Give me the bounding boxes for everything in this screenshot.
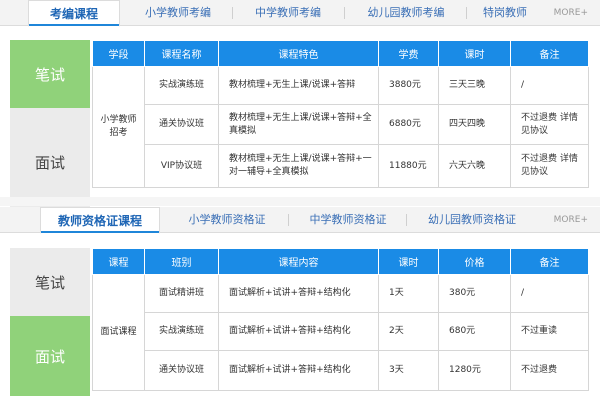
table-header-row: 课程 班别 课程内容 课时 价格 备注 xyxy=(92,248,589,275)
hours-cell: 四天四晚 xyxy=(438,104,511,145)
price-cell: 1280元 xyxy=(438,350,511,391)
more-link[interactable]: MORE+ xyxy=(554,207,588,233)
hours-cell: 三天三晚 xyxy=(438,66,511,105)
table-row: 通关协议班 面试解析+试讲+答辩+结构化 3天 1280元 不过退费 xyxy=(93,350,589,391)
header-course: 课程 xyxy=(92,248,145,275)
header-hours: 课时 xyxy=(438,40,511,67)
hours-cell: 2天 xyxy=(378,312,439,351)
hours-cell: 3天 xyxy=(378,350,439,391)
tab-exam-courses[interactable]: 考编课程 xyxy=(28,0,120,27)
tab-primary-cert[interactable]: 小学教师资格证 xyxy=(168,207,286,233)
header-price: 价格 xyxy=(438,248,511,275)
header-content: 课程内容 xyxy=(218,248,379,275)
price-cell: 380元 xyxy=(438,274,511,313)
fee-cell: 6880元 xyxy=(378,104,439,145)
exam-courses-tabbar: 考编课程 小学教师考编 中学教师考编 幼儿园教师考编 特岗教师 MORE+ xyxy=(0,0,600,27)
class-cell: 通关协议班 xyxy=(144,350,219,391)
fee-cell: 11880元 xyxy=(378,144,439,188)
tab-kindergarten-cert[interactable]: 幼儿园教师资格证 xyxy=(410,207,534,233)
content-cell: 面试解析+试讲+答辩+结构化 xyxy=(218,350,379,391)
exam-course-table: 学段 课程名称 课程特色 学费 课时 备注 小学教师招考 实战演练班 教材梳理+… xyxy=(92,40,589,188)
section-divider xyxy=(0,197,600,206)
course-name-cell: VIP协议班 xyxy=(144,144,219,188)
table-row: 通关协议班 教材梳理+无生上课/说课+答辩+全真模拟 6880元 四天四晚 不过… xyxy=(93,104,589,145)
course-cell: 面试课程 xyxy=(92,274,145,391)
more-link[interactable]: MORE+ xyxy=(554,0,588,26)
course-name-cell: 实战演练班 xyxy=(144,66,219,105)
table-row: 面试课程 面试精讲班 面试解析+试讲+答辩+结构化 1天 380元 / xyxy=(92,274,589,391)
table-row: VIP协议班 教材梳理+无生上课/说课+答辩+一对一辅导+全真模拟 11880元… xyxy=(93,144,589,188)
cert-course-table: 课程 班别 课程内容 课时 价格 备注 面试课程 面试精讲班 面试解析+试讲+答… xyxy=(92,248,589,391)
tab-kindergarten-exam[interactable]: 幼儿园教师考编 xyxy=(350,0,462,26)
price-cell: 680元 xyxy=(438,312,511,351)
note-cell: / xyxy=(510,274,589,313)
tab-divider xyxy=(406,214,407,226)
feature-cell: 教材梳理+无生上课/说课+答辩 xyxy=(218,66,379,105)
hours-cell: 六天六晚 xyxy=(438,144,511,188)
header-note: 备注 xyxy=(510,40,589,67)
side-written-button[interactable]: 笔试 xyxy=(10,40,90,108)
note-cell: 不过退费 xyxy=(510,350,589,391)
header-class: 班别 xyxy=(144,248,219,275)
tab-special-post-teacher[interactable]: 特岗教师 xyxy=(472,0,538,26)
stage-cell: 小学教师招考 xyxy=(92,66,145,188)
side-written-button[interactable]: 笔试 xyxy=(10,248,90,316)
header-feature: 课程特色 xyxy=(218,40,379,67)
note-cell: 不过退费 详情见协议 xyxy=(510,144,589,188)
note-cell: 不过重读 xyxy=(510,312,589,351)
cert-courses-tabbar: 教师资格证课程 小学教师资格证 中学教师资格证 幼儿园教师资格证 MORE+ xyxy=(0,207,600,234)
note-cell: 不过退费 详情见协议 xyxy=(510,104,589,145)
header-hours: 课时 xyxy=(378,248,439,275)
fee-cell: 3880元 xyxy=(378,66,439,105)
feature-cell: 教材梳理+无生上课/说课+答辩+一对一辅导+全真模拟 xyxy=(218,144,379,188)
tab-primary-exam[interactable]: 小学教师考编 xyxy=(128,0,228,26)
header-course-name: 课程名称 xyxy=(144,40,219,67)
tab-secondary-exam[interactable]: 中学教师考编 xyxy=(238,0,338,26)
content-cell: 面试解析+试讲+答辩+结构化 xyxy=(218,274,379,313)
side-interview-button[interactable]: 面试 xyxy=(10,316,90,396)
header-fee: 学费 xyxy=(378,40,439,67)
tab-secondary-cert[interactable]: 中学教师资格证 xyxy=(292,207,404,233)
table-row: 小学教师招考 实战演练班 教材梳理+无生上课/说课+答辩 3880元 三天三晚 … xyxy=(92,66,589,188)
tab-divider xyxy=(232,7,233,19)
header-note: 备注 xyxy=(510,248,589,275)
tab-teacher-cert-courses[interactable]: 教师资格证课程 xyxy=(40,207,160,234)
content-cell: 面试解析+试讲+答辩+结构化 xyxy=(218,312,379,351)
header-stage: 学段 xyxy=(92,40,145,67)
tab-divider xyxy=(466,7,467,19)
table-row: 实战演练班 面试解析+试讲+答辩+结构化 2天 680元 不过重读 xyxy=(93,312,589,351)
tab-divider xyxy=(288,214,289,226)
feature-cell: 教材梳理+无生上课/说课+答辩+全真模拟 xyxy=(218,104,379,145)
table-header-row: 学段 课程名称 课程特色 学费 课时 备注 xyxy=(92,40,589,67)
course-name-cell: 通关协议班 xyxy=(144,104,219,145)
tab-divider xyxy=(344,7,345,19)
hours-cell: 1天 xyxy=(378,274,439,313)
class-cell: 面试精讲班 xyxy=(144,274,219,313)
note-cell: / xyxy=(510,66,589,105)
class-cell: 实战演练班 xyxy=(144,312,219,351)
